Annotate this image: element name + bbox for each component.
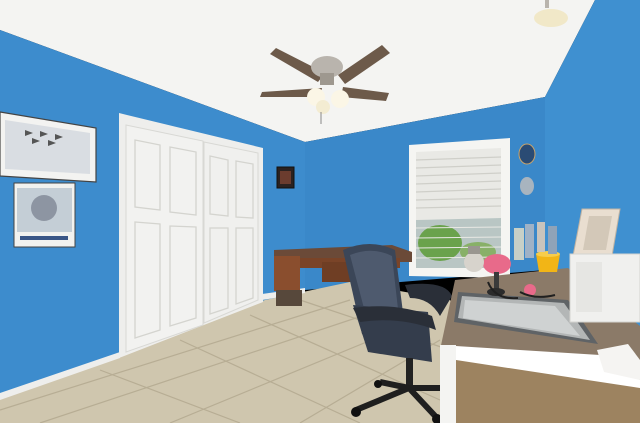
closet-door-left bbox=[125, 124, 204, 353]
foliage bbox=[418, 225, 462, 261]
room-photo bbox=[0, 0, 640, 423]
yellow-mug bbox=[536, 251, 560, 272]
small-wall-picture bbox=[276, 166, 295, 189]
printer-icon bbox=[569, 253, 640, 323]
closet-door-right bbox=[203, 141, 259, 324]
room-svg bbox=[0, 0, 640, 423]
wall-decor-plate bbox=[518, 143, 536, 165]
wall-decor-shell bbox=[520, 177, 534, 195]
framed-poster-seal bbox=[13, 182, 76, 248]
